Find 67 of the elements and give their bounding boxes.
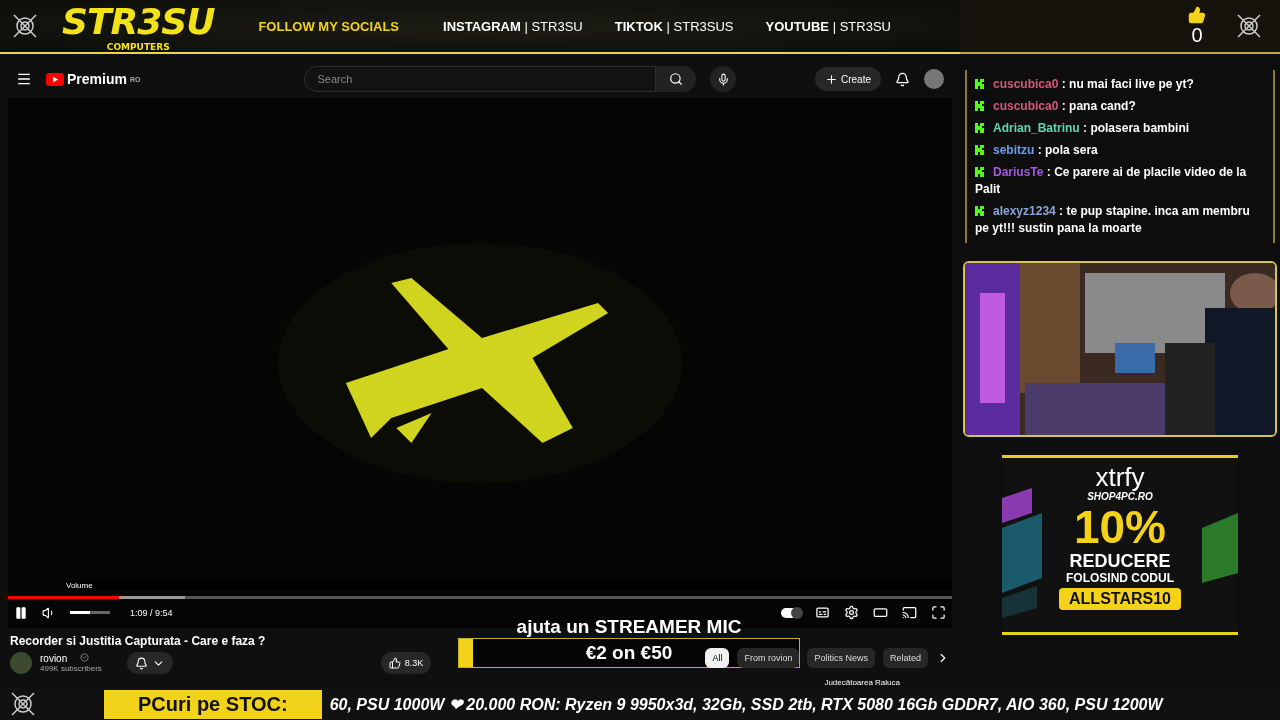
crosshair-icon bbox=[12, 13, 38, 39]
logo-text: STR3SU bbox=[62, 0, 215, 42]
filter-chip[interactable]: Politics News bbox=[807, 648, 875, 668]
fullscreen-button[interactable] bbox=[931, 605, 946, 620]
ad-discount: 10% bbox=[1073, 504, 1167, 550]
chat-badge-icon bbox=[975, 167, 985, 177]
thumbs-up-icon bbox=[388, 657, 401, 669]
chat-badge-icon bbox=[975, 145, 985, 155]
chat-message: Adrian_Batrinu : polasera bambini bbox=[975, 120, 1265, 137]
follow-label: FOLLOW MY SOCIALS bbox=[258, 18, 399, 34]
filter-chip[interactable]: Related bbox=[882, 648, 928, 668]
chat-message: cuscubica0 : nu mai faci live pe yt? bbox=[975, 76, 1265, 93]
ad-text: REDUCERE bbox=[1069, 552, 1171, 570]
chat-badge-icon bbox=[975, 101, 985, 111]
menu-button[interactable] bbox=[16, 71, 32, 87]
crosshair-icon bbox=[1236, 13, 1262, 39]
chat-message: DariusTe : Ce parere ai de placile video de la Palit bbox=[975, 164, 1248, 198]
subscribe-bell-button[interactable] bbox=[126, 652, 173, 674]
theater-button[interactable] bbox=[873, 605, 888, 620]
progress-bar[interactable] bbox=[8, 596, 952, 599]
mic-button[interactable] bbox=[710, 66, 737, 92]
goal-caption: ajuta un STREAMER MIC bbox=[516, 616, 742, 638]
coupon-code: ALLSTARS10 bbox=[1059, 588, 1181, 610]
chat-message: sebitzu : pola sera bbox=[975, 142, 1265, 159]
volume-tooltip: Volume bbox=[66, 581, 952, 590]
filter-chip[interactable]: All bbox=[705, 648, 730, 668]
settings-button[interactable] bbox=[844, 605, 859, 620]
chat-message: alexyz1234 : te pup stapine. inca am membru pe yt!!! sustin pana la moarte bbox=[975, 203, 1251, 237]
chat-badge-icon bbox=[975, 206, 985, 216]
thumbs-up-icon bbox=[1188, 5, 1206, 24]
logo-subtitle: COMPUTERS bbox=[106, 41, 170, 52]
filter-chip[interactable]: From rovion bbox=[737, 648, 800, 668]
social-handle: TIKTOK | STR3SUS bbox=[614, 18, 734, 34]
chat-badge-icon bbox=[975, 79, 985, 89]
chat-badge-icon bbox=[975, 123, 985, 133]
youtube-logo[interactable]: Premium $^{RO}$ bbox=[46, 71, 141, 87]
ticker-text: 60, PSU 1000W ❤ 20.000 RON: Ryzen 9 9950x3d, 32Gb, SSD 2tb, RTX 5080 16Gb GDDR7, AIO 360, PSU 1200W bbox=[329, 694, 1163, 714]
channel-name[interactable]: rovion bbox=[40, 653, 102, 664]
social-handle: YOUTUBE | STR3SU bbox=[765, 18, 891, 34]
search-box[interactable]: Search bbox=[304, 66, 657, 92]
ad-text: FOLOSIND CODUL bbox=[1066, 572, 1174, 584]
cast-button[interactable] bbox=[902, 605, 917, 620]
pause-button[interactable] bbox=[14, 605, 28, 620]
autoplay-toggle[interactable] bbox=[781, 607, 801, 618]
volume-slider[interactable] bbox=[70, 611, 110, 614]
like-button[interactable]: 8.3K bbox=[380, 652, 432, 674]
like-count: 0 bbox=[1191, 23, 1203, 47]
mic-icon bbox=[716, 72, 730, 86]
crosshair-icon bbox=[10, 691, 36, 717]
ticker-label: PCuri pe STOC: bbox=[104, 689, 322, 719]
create-button[interactable]: Create bbox=[815, 67, 881, 91]
ad-shop: SHOP4PC.RO bbox=[1087, 492, 1153, 502]
search-icon bbox=[669, 72, 684, 86]
search-button[interactable] bbox=[656, 66, 697, 92]
subscriber-count: 499K subscribers bbox=[40, 664, 102, 673]
plus-icon bbox=[825, 72, 838, 86]
notifications-button[interactable] bbox=[895, 71, 910, 87]
chat-message: cuscubica0 : pana cand? bbox=[975, 98, 1265, 115]
verified-icon bbox=[79, 652, 89, 662]
recommended-video-title[interactable]: Judecătoarea Raluca bbox=[824, 678, 900, 687]
captions-button[interactable] bbox=[815, 605, 830, 620]
social-handle: INSTAGRAM | STR3SU bbox=[443, 18, 583, 34]
video-title: Recorder si Justitia Capturata - Care e faza ? bbox=[10, 634, 267, 648]
search-field[interactable]: Search bbox=[315, 72, 646, 86]
bell-icon bbox=[134, 656, 148, 670]
time-display: 1:09 / 9:54 bbox=[130, 607, 173, 618]
avatar[interactable] bbox=[924, 69, 944, 89]
